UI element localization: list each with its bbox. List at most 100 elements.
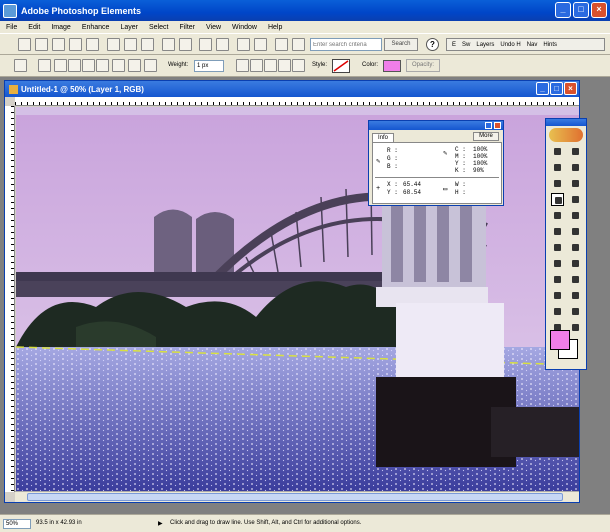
more-button[interactable]: More: [473, 132, 499, 141]
document-title-bar[interactable]: Untitled-1 @ 50% (Layer 1, RGB) _ □ ×: [5, 81, 579, 97]
minimize-button[interactable]: _: [555, 2, 571, 18]
marquee-tool-icon[interactable]: [551, 145, 564, 158]
info-palette-close-button[interactable]: [494, 122, 501, 129]
paint-bucket-icon[interactable]: [551, 209, 564, 222]
new-document-icon[interactable]: [35, 38, 48, 51]
menu-help[interactable]: Help: [268, 24, 282, 31]
line-tool-icon[interactable]: [551, 193, 564, 206]
brush-tool-icon[interactable]: [551, 225, 564, 238]
save-icon[interactable]: [107, 38, 120, 51]
menu-window[interactable]: Window: [232, 24, 257, 31]
shape-select-icon[interactable]: [38, 59, 51, 72]
menu-view[interactable]: View: [206, 24, 221, 31]
add-shape-icon[interactable]: [250, 59, 263, 72]
import-icon[interactable]: [69, 38, 82, 51]
sharpen-tool-icon[interactable]: [569, 257, 582, 270]
menu-enhance[interactable]: Enhance: [82, 24, 110, 31]
info-palette-minimize-button[interactable]: [485, 122, 492, 129]
palette-tab-e[interactable]: E: [452, 42, 456, 48]
sponge-tool-icon[interactable]: [569, 273, 582, 286]
move-tool-icon[interactable]: [569, 145, 582, 158]
step-backward-icon[interactable]: [237, 38, 250, 51]
attach-icon[interactable]: [141, 38, 154, 51]
x-value: 65.44: [403, 181, 422, 188]
open-folder-icon[interactable]: [52, 38, 65, 51]
menu-file[interactable]: File: [6, 24, 17, 31]
arrowheads-dropdown-icon[interactable]: [144, 59, 157, 72]
subtract-shape-icon[interactable]: [264, 59, 277, 72]
browser-icon[interactable]: [292, 38, 305, 51]
palette-tab-undo-history[interactable]: Undo H: [500, 42, 520, 48]
blur-tool-icon[interactable]: [551, 257, 564, 270]
custom-shape-icon[interactable]: [128, 59, 141, 72]
menu-select[interactable]: Select: [149, 24, 168, 31]
ellipse-shape-icon[interactable]: [82, 59, 95, 72]
palette-tab-layers[interactable]: Layers: [476, 42, 494, 48]
menu-filter[interactable]: Filter: [179, 24, 195, 31]
online-service-icon[interactable]: [162, 38, 175, 51]
save-web-icon[interactable]: [124, 38, 137, 51]
menu-edit[interactable]: Edit: [28, 24, 40, 31]
lasso-tool-icon[interactable]: [551, 161, 564, 174]
foreground-color[interactable]: [550, 330, 570, 350]
quick-fix-icon[interactable]: [275, 38, 288, 51]
history-brush-icon[interactable]: [569, 241, 582, 254]
menu-layer[interactable]: Layer: [120, 24, 138, 31]
print-icon[interactable]: [199, 38, 212, 51]
cyan-label: C :: [455, 146, 466, 153]
type-tool-icon[interactable]: [569, 193, 582, 206]
black-value: 90%: [473, 167, 484, 174]
palette-tab-swatches[interactable]: Sw: [462, 42, 470, 48]
document-minimize-button[interactable]: _: [536, 82, 549, 95]
maximize-button[interactable]: □: [573, 2, 589, 18]
document-maximize-button[interactable]: □: [550, 82, 563, 95]
pencil-tool-icon[interactable]: [569, 225, 582, 238]
exclude-shape-icon[interactable]: [292, 59, 305, 72]
selection-brush-icon[interactable]: [551, 177, 564, 190]
magic-wand-tool-icon[interactable]: [569, 161, 582, 174]
create-new-shape-icon[interactable]: [236, 59, 249, 72]
clone-stamp-icon[interactable]: [551, 305, 564, 318]
print-preview-icon[interactable]: [216, 38, 229, 51]
gradient-tool-icon[interactable]: [569, 209, 582, 222]
search-input[interactable]: [310, 38, 382, 51]
email-icon[interactable]: [179, 38, 192, 51]
crop-tool-icon[interactable]: [569, 177, 582, 190]
document-dimensions: 93.5 in x 42.93 in: [36, 520, 82, 526]
palette-tab-navigator[interactable]: Nav: [527, 42, 538, 48]
style-picker[interactable]: [332, 59, 350, 73]
rounded-rectangle-icon[interactable]: [68, 59, 81, 72]
line-shape-icon[interactable]: [112, 59, 125, 72]
polygon-shape-icon[interactable]: [96, 59, 109, 72]
intersect-shape-icon[interactable]: [278, 59, 291, 72]
status-arrow-icon[interactable]: ▶: [158, 520, 163, 527]
horizontal-scrollbar[interactable]: [15, 491, 579, 502]
burn-tool-icon[interactable]: [569, 289, 582, 302]
line-tool-preset-icon[interactable]: [14, 59, 27, 72]
smudge-tool-icon[interactable]: [551, 273, 564, 286]
eyedropper-tool-icon[interactable]: [569, 305, 582, 318]
weight-field[interactable]: 1 px: [194, 60, 224, 72]
document-close-button[interactable]: ×: [564, 82, 577, 95]
close-button[interactable]: ×: [591, 2, 607, 18]
zoom-field[interactable]: 50%: [3, 519, 31, 529]
menu-image[interactable]: Image: [51, 24, 70, 31]
step-forward-icon[interactable]: [254, 38, 267, 51]
info-tab[interactable]: Info: [372, 133, 394, 142]
new-file-icon[interactable]: [18, 38, 31, 51]
palette-tab-hints[interactable]: Hints: [543, 42, 557, 48]
help-icon[interactable]: ?: [426, 38, 439, 51]
elements-logo-icon[interactable]: [549, 128, 583, 142]
search-button[interactable]: Search: [384, 38, 418, 51]
eraser-tool-icon[interactable]: [551, 241, 564, 254]
green-label: G :: [387, 155, 398, 162]
opacity-button[interactable]: Opacity:: [406, 59, 440, 72]
info-palette-title-bar[interactable]: [369, 121, 503, 130]
scrollbar-thumb[interactable]: [27, 493, 563, 501]
dodge-tool-icon[interactable]: [551, 289, 564, 302]
color-swatch[interactable]: [383, 60, 401, 72]
toolbox-title-bar[interactable]: [546, 119, 586, 126]
zoom-tool-icon[interactable]: [569, 321, 582, 334]
camera-icon[interactable]: [86, 38, 99, 51]
rectangle-shape-icon[interactable]: [54, 59, 67, 72]
